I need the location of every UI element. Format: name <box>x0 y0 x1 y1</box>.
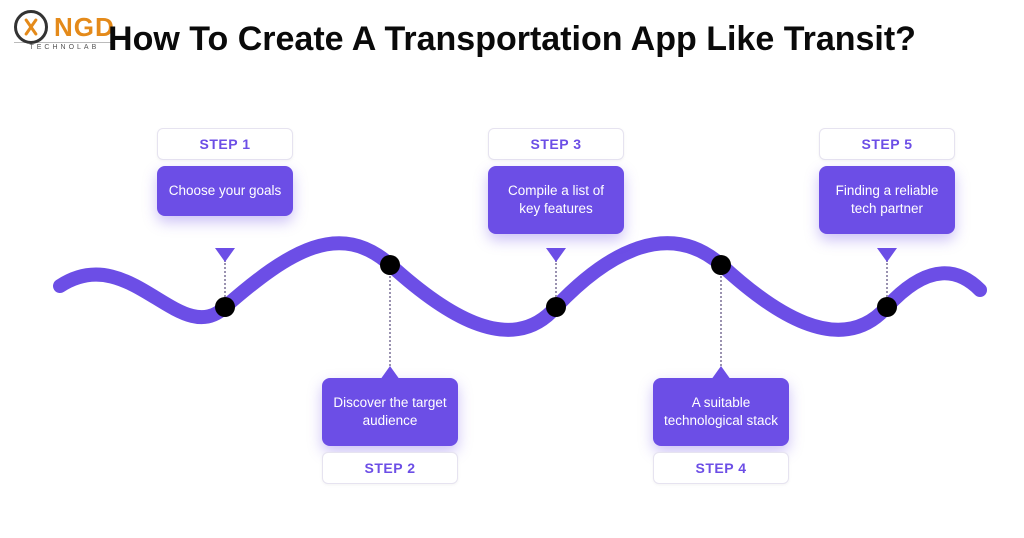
connector-5 <box>886 260 888 300</box>
node-dot-1 <box>215 297 235 317</box>
process-diagram: STEP 1 Choose your goals Discover the ta… <box>0 100 1024 538</box>
connector-2 <box>389 272 391 366</box>
node-dot-5 <box>877 297 897 317</box>
step-card-3: STEP 3 Compile a list of key features <box>488 128 624 234</box>
arrow-down-icon <box>877 248 897 262</box>
step-3-label: STEP 3 <box>488 128 624 160</box>
step-1-label: STEP 1 <box>157 128 293 160</box>
step-card-4: A suitable technological stack STEP 4 <box>653 378 789 484</box>
step-4-label: STEP 4 <box>653 452 789 484</box>
node-dot-2 <box>380 255 400 275</box>
connector-4 <box>720 272 722 366</box>
step-3-desc: Compile a list of key features <box>488 166 624 234</box>
node-dot-4 <box>711 255 731 275</box>
connector-1 <box>224 260 226 300</box>
step-1-desc: Choose your goals <box>157 166 293 216</box>
step-5-desc: Finding a reliable tech partner <box>819 166 955 234</box>
arrow-down-icon <box>546 248 566 262</box>
canvas: NGD TECHNOLAB How To Create A Transporta… <box>0 0 1024 538</box>
step-2-label: STEP 2 <box>322 452 458 484</box>
step-2-desc: Discover the target audience <box>322 378 458 446</box>
step-4-desc: A suitable technological stack <box>653 378 789 446</box>
step-card-2: Discover the target audience STEP 2 <box>322 378 458 484</box>
node-dot-3 <box>546 297 566 317</box>
arrow-down-icon <box>215 248 235 262</box>
step-5-label: STEP 5 <box>819 128 955 160</box>
connector-3 <box>555 260 557 300</box>
page-title: How To Create A Transportation App Like … <box>0 18 1024 61</box>
step-card-5: STEP 5 Finding a reliable tech partner <box>819 128 955 234</box>
step-card-1: STEP 1 Choose your goals <box>157 128 293 216</box>
